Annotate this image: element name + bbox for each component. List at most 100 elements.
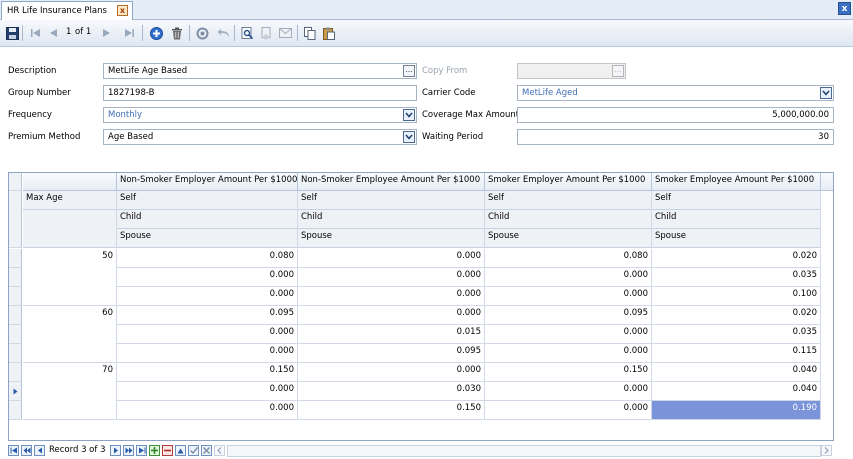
delete-icon[interactable] [168, 24, 186, 42]
refresh-icon[interactable] [193, 24, 211, 42]
paste-icon[interactable] [320, 24, 338, 42]
nav-edit-icon[interactable] [175, 445, 186, 456]
rate-cell[interactable]: 0.030 [298, 382, 485, 401]
nav-next-page-icon[interactable] [123, 445, 134, 456]
rate-cell[interactable]: 0.000 [485, 325, 652, 344]
rate-cell[interactable]: 0.015 [298, 325, 485, 344]
sub-header-child[interactable]: Child [298, 210, 485, 229]
sub-header-self[interactable]: Self [652, 191, 821, 210]
rate-cell[interactable]: 0.000 [485, 382, 652, 401]
row-selector[interactable] [9, 363, 22, 382]
window-close-icon[interactable]: x [838, 2, 851, 15]
nav-endedit-icon[interactable] [188, 445, 199, 456]
rate-cell[interactable]: 0.000 [117, 401, 298, 420]
header-row-selector[interactable] [9, 173, 22, 191]
waiting-period-field[interactable]: 30 [517, 129, 834, 145]
rate-cell[interactable]: 0.095 [485, 306, 652, 325]
rate-cell[interactable]: 0.040 [652, 363, 821, 382]
horizontal-scrollbar[interactable] [227, 445, 821, 457]
frequency-select[interactable]: Monthly [103, 107, 417, 123]
copy-icon[interactable] [301, 24, 319, 42]
max-age-header-filler[interactable] [23, 210, 117, 248]
sub-header-child[interactable]: Child [652, 210, 821, 229]
row-selector[interactable] [9, 287, 22, 306]
rate-cell[interactable]: 0.000 [298, 306, 485, 325]
nav-remove-icon[interactable] [162, 445, 173, 456]
max-age-cell[interactable]: 70 [23, 363, 117, 420]
first-record-icon[interactable] [26, 24, 44, 42]
rate-cell[interactable]: 0.000 [485, 268, 652, 287]
rate-cell[interactable]: 0.000 [117, 287, 298, 306]
row-selector[interactable] [9, 382, 22, 401]
sub-header-child[interactable]: Child [117, 210, 298, 229]
rate-cell[interactable]: 0.000 [117, 325, 298, 344]
nav-prev-page-icon[interactable] [21, 445, 32, 456]
column-header[interactable]: Smoker Employee Amount Per $1000 [652, 173, 821, 191]
rate-cell[interactable]: 0.000 [485, 344, 652, 363]
sub-header-self[interactable]: Self [485, 191, 652, 210]
rate-cell[interactable]: 0.000 [485, 287, 652, 306]
row-selector[interactable] [9, 344, 22, 363]
row-selector[interactable] [9, 306, 22, 325]
chevron-down-icon[interactable] [820, 87, 832, 99]
chevron-down-icon[interactable] [403, 109, 415, 121]
rate-cell[interactable]: 0.190 [652, 401, 821, 420]
carrier-code-select[interactable]: MetLife Aged [517, 85, 834, 101]
sub-header-spouse[interactable]: Spouse [485, 229, 652, 248]
rate-cell[interactable]: 0.000 [117, 344, 298, 363]
column-header[interactable]: Non-Smoker Employer Amount Per $1000 [117, 173, 298, 191]
rate-cell[interactable]: 0.020 [652, 306, 821, 325]
max-age-header[interactable]: Max Age [23, 191, 117, 210]
rate-cell[interactable]: 0.000 [298, 249, 485, 268]
rate-cell[interactable]: 0.115 [652, 344, 821, 363]
rate-cell[interactable]: 0.035 [652, 325, 821, 344]
column-header[interactable]: Smoker Employer Amount Per $1000 [485, 173, 652, 191]
subheader-row-selector[interactable] [9, 191, 22, 248]
rate-cell[interactable]: 0.035 [652, 268, 821, 287]
grid-corner-header[interactable] [23, 173, 117, 191]
chevron-down-icon[interactable] [403, 131, 415, 143]
rate-cell[interactable]: 0.095 [117, 306, 298, 325]
rate-cell[interactable]: 0.100 [652, 287, 821, 306]
last-record-icon[interactable] [120, 24, 138, 42]
hscroll-left-icon[interactable] [214, 445, 225, 456]
column-header[interactable]: Non-Smoker Employee Amount Per $1000 [298, 173, 485, 191]
row-selector[interactable] [9, 325, 22, 344]
rate-cell[interactable]: 0.080 [485, 249, 652, 268]
rate-cell[interactable]: 0.150 [117, 363, 298, 382]
row-selector[interactable] [9, 249, 22, 268]
tab-close-icon[interactable]: x [117, 5, 128, 16]
rate-cell[interactable]: 0.095 [298, 344, 485, 363]
description-lookup-button[interactable]: ... [403, 65, 415, 77]
previous-record-icon[interactable] [44, 24, 62, 42]
coverage-max-amount-field[interactable]: 5,000,000.00 [517, 107, 834, 123]
email-icon[interactable] [276, 24, 294, 42]
row-selector[interactable] [9, 268, 22, 287]
row-selector[interactable] [9, 401, 22, 420]
sub-header-self[interactable]: Self [298, 191, 485, 210]
undo-icon[interactable] [214, 24, 232, 42]
max-age-cell[interactable]: 60 [23, 306, 117, 363]
hscroll-right-icon[interactable] [821, 445, 832, 456]
nav-first-icon[interactable] [8, 445, 19, 456]
nav-add-icon[interactable] [149, 445, 160, 456]
rate-cell[interactable]: 0.000 [298, 268, 485, 287]
sub-header-self[interactable]: Self [117, 191, 298, 210]
sub-header-spouse[interactable]: Spouse [298, 229, 485, 248]
sub-header-spouse[interactable]: Spouse [117, 229, 298, 248]
rate-cell[interactable]: 0.000 [117, 268, 298, 287]
next-record-icon[interactable] [98, 24, 116, 42]
description-field[interactable]: MetLife Age Based ... [103, 63, 417, 79]
add-icon[interactable] [147, 24, 165, 42]
max-age-cell[interactable]: 50 [23, 249, 117, 306]
sub-header-child[interactable]: Child [485, 210, 652, 229]
report-icon[interactable] [257, 24, 275, 42]
rate-cell[interactable]: 0.040 [652, 382, 821, 401]
sub-header-spouse[interactable]: Spouse [652, 229, 821, 248]
rate-cell[interactable]: 0.150 [485, 363, 652, 382]
rate-cell[interactable]: 0.000 [117, 382, 298, 401]
nav-last-icon[interactable] [136, 445, 147, 456]
rate-cell[interactable]: 0.080 [117, 249, 298, 268]
nav-cancel-icon[interactable] [201, 445, 212, 456]
premium-method-select[interactable]: Age Based [103, 129, 417, 145]
